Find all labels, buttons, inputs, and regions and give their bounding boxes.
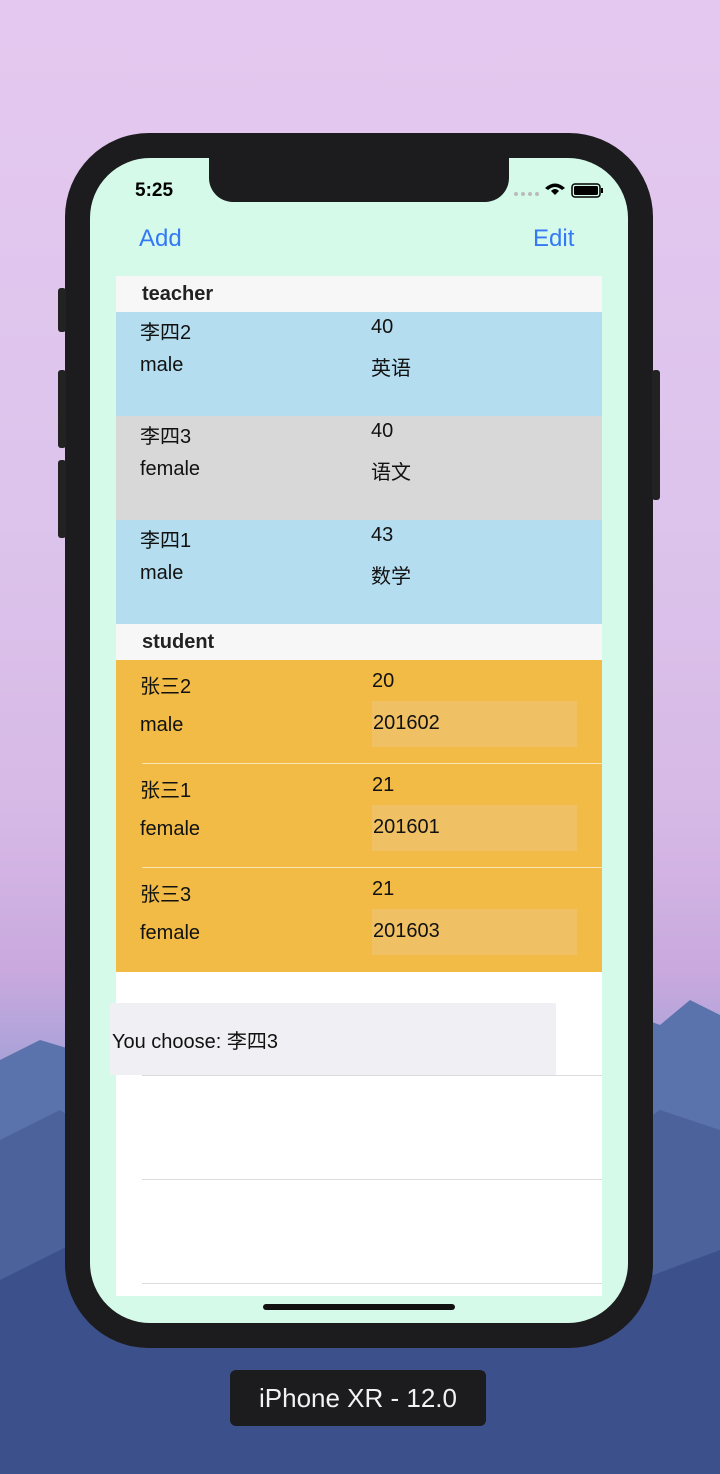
add-button[interactable]: Add bbox=[139, 225, 182, 253]
table-row[interactable]: 张三3 21 female 201603 bbox=[116, 868, 602, 972]
subject-label: 语文 bbox=[371, 462, 411, 484]
section-header-student: student bbox=[116, 624, 602, 660]
name-label: 张三3 bbox=[140, 884, 192, 906]
gender-label: female bbox=[140, 818, 201, 840]
home-indicator[interactable] bbox=[263, 1304, 455, 1310]
age-label: 21 bbox=[372, 774, 395, 796]
name-label: 李四3 bbox=[140, 426, 192, 448]
gender-label: male bbox=[140, 354, 184, 376]
empty-row bbox=[116, 1180, 602, 1284]
student-number-label: 201603 bbox=[373, 920, 440, 942]
empty-row bbox=[116, 1076, 602, 1180]
age-label: 20 bbox=[372, 670, 395, 692]
subject-label: 英语 bbox=[371, 358, 411, 380]
age-label: 21 bbox=[372, 878, 395, 900]
edit-button[interactable]: Edit bbox=[533, 225, 574, 253]
student-number-label: 201602 bbox=[373, 712, 440, 734]
simulator-device-label: iPhone XR - 12.0 bbox=[230, 1370, 486, 1426]
app-screen: 5:25 Add Edit teacher 李四2 40 male 英语 李四3… bbox=[90, 158, 628, 1323]
section-header-teacher: teacher bbox=[116, 276, 602, 312]
age-label: 43 bbox=[371, 524, 394, 546]
gender-label: female bbox=[140, 922, 201, 944]
gender-label: male bbox=[140, 562, 184, 584]
signal-icon bbox=[514, 183, 603, 198]
table-row[interactable]: 李四2 40 male 英语 bbox=[116, 312, 602, 416]
gender-label: female bbox=[140, 458, 201, 480]
name-label: 张三1 bbox=[140, 780, 192, 802]
volume-up-button bbox=[58, 370, 66, 448]
section-title: student bbox=[142, 631, 215, 653]
volume-down-button bbox=[58, 460, 66, 538]
name-label: 李四1 bbox=[140, 530, 192, 552]
name-label: 李四2 bbox=[140, 322, 192, 344]
student-number-label: 201601 bbox=[373, 816, 440, 838]
table-row[interactable]: 李四1 43 male 数学 bbox=[116, 520, 602, 624]
toast-text: You choose: 李四3 bbox=[112, 1030, 279, 1053]
age-label: 40 bbox=[371, 316, 394, 338]
mute-switch bbox=[58, 288, 66, 332]
section-title: teacher bbox=[142, 283, 214, 305]
selection-toast: You choose: 李四3 bbox=[110, 1003, 556, 1075]
table-row[interactable]: 李四3 40 female 语文 bbox=[116, 416, 602, 520]
status-time: 5:25 bbox=[135, 180, 174, 201]
table-row[interactable]: 张三2 20 male 201602 bbox=[116, 660, 602, 764]
device-label-text: iPhone XR - 12.0 bbox=[258, 1382, 457, 1413]
table-view[interactable]: teacher 李四2 40 male 英语 李四3 40 female 语文 … bbox=[116, 276, 602, 1296]
subject-label: 数学 bbox=[371, 566, 411, 588]
notch bbox=[209, 158, 509, 202]
name-label: 张三2 bbox=[140, 676, 192, 698]
status-icons bbox=[510, 180, 606, 205]
table-row[interactable]: 张三1 21 female 201601 bbox=[116, 764, 602, 868]
power-button bbox=[652, 370, 660, 500]
gender-label: male bbox=[140, 714, 184, 736]
age-label: 40 bbox=[371, 420, 394, 442]
row-separator bbox=[142, 1283, 602, 1284]
